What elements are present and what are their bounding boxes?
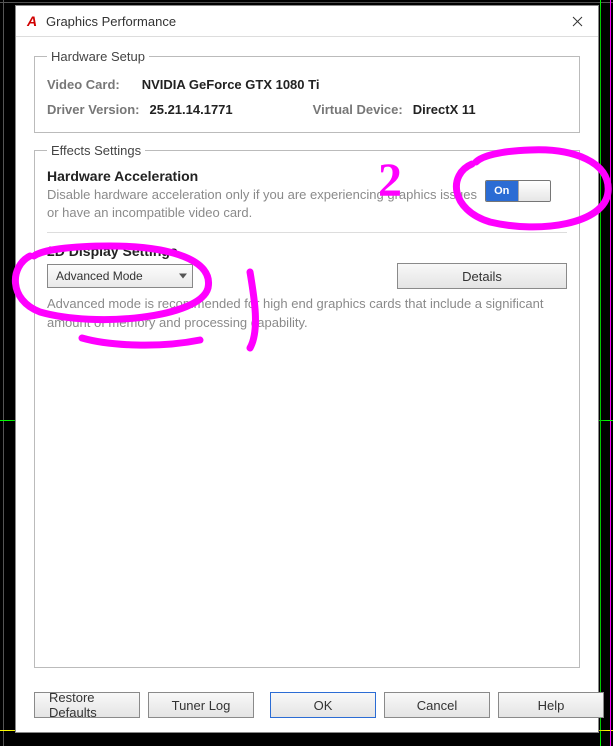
close-icon — [572, 16, 583, 27]
video-card-value: NVIDIA GeForce GTX 1080 Ti — [142, 77, 320, 92]
toggle-knob — [518, 181, 551, 201]
effects-settings-legend: Effects Settings — [47, 143, 145, 158]
dialog-footer: Restore Defaults Tuner Log OK Cancel Hel… — [16, 682, 598, 732]
divider — [47, 232, 567, 233]
cancel-button[interactable]: Cancel — [384, 692, 490, 718]
restore-defaults-button[interactable]: Restore Defaults — [34, 692, 140, 718]
hardware-setup-legend: Hardware Setup — [47, 49, 149, 64]
hardware-setup-group: Hardware Setup Video Card: NVIDIA GeForc… — [34, 49, 580, 133]
hardware-acceleration-toggle[interactable]: On — [485, 180, 551, 202]
driver-version-value: 25.21.14.1771 — [150, 102, 233, 117]
2d-mode-description: Advanced mode is recommended for high en… — [47, 295, 547, 331]
chevron-down-icon — [179, 274, 187, 279]
window-title: Graphics Performance — [46, 14, 176, 29]
virtual-device-value: DirectX 11 — [413, 102, 476, 117]
video-card-label: Video Card: — [47, 77, 120, 92]
display-mode-value: Advanced Mode — [56, 269, 143, 283]
tuner-log-button[interactable]: Tuner Log — [148, 692, 254, 718]
hardware-acceleration-description: Disable hardware acceleration only if yo… — [47, 186, 487, 222]
ok-button[interactable]: OK — [270, 692, 376, 718]
app-icon: A — [24, 13, 40, 29]
display-mode-dropdown[interactable]: Advanced Mode — [47, 264, 193, 288]
help-button[interactable]: Help — [498, 692, 604, 718]
2d-display-settings-title: 2D Display Settings — [47, 243, 567, 259]
virtual-device-label: Virtual Device: — [313, 102, 403, 117]
details-button[interactable]: Details — [397, 263, 567, 289]
title-bar: A Graphics Performance — [16, 6, 598, 37]
driver-version-label: Driver Version: — [47, 102, 140, 117]
toggle-on-label: On — [486, 181, 518, 201]
close-button[interactable] — [564, 8, 590, 34]
effects-settings-group: Effects Settings Hardware Acceleration O… — [34, 143, 580, 668]
